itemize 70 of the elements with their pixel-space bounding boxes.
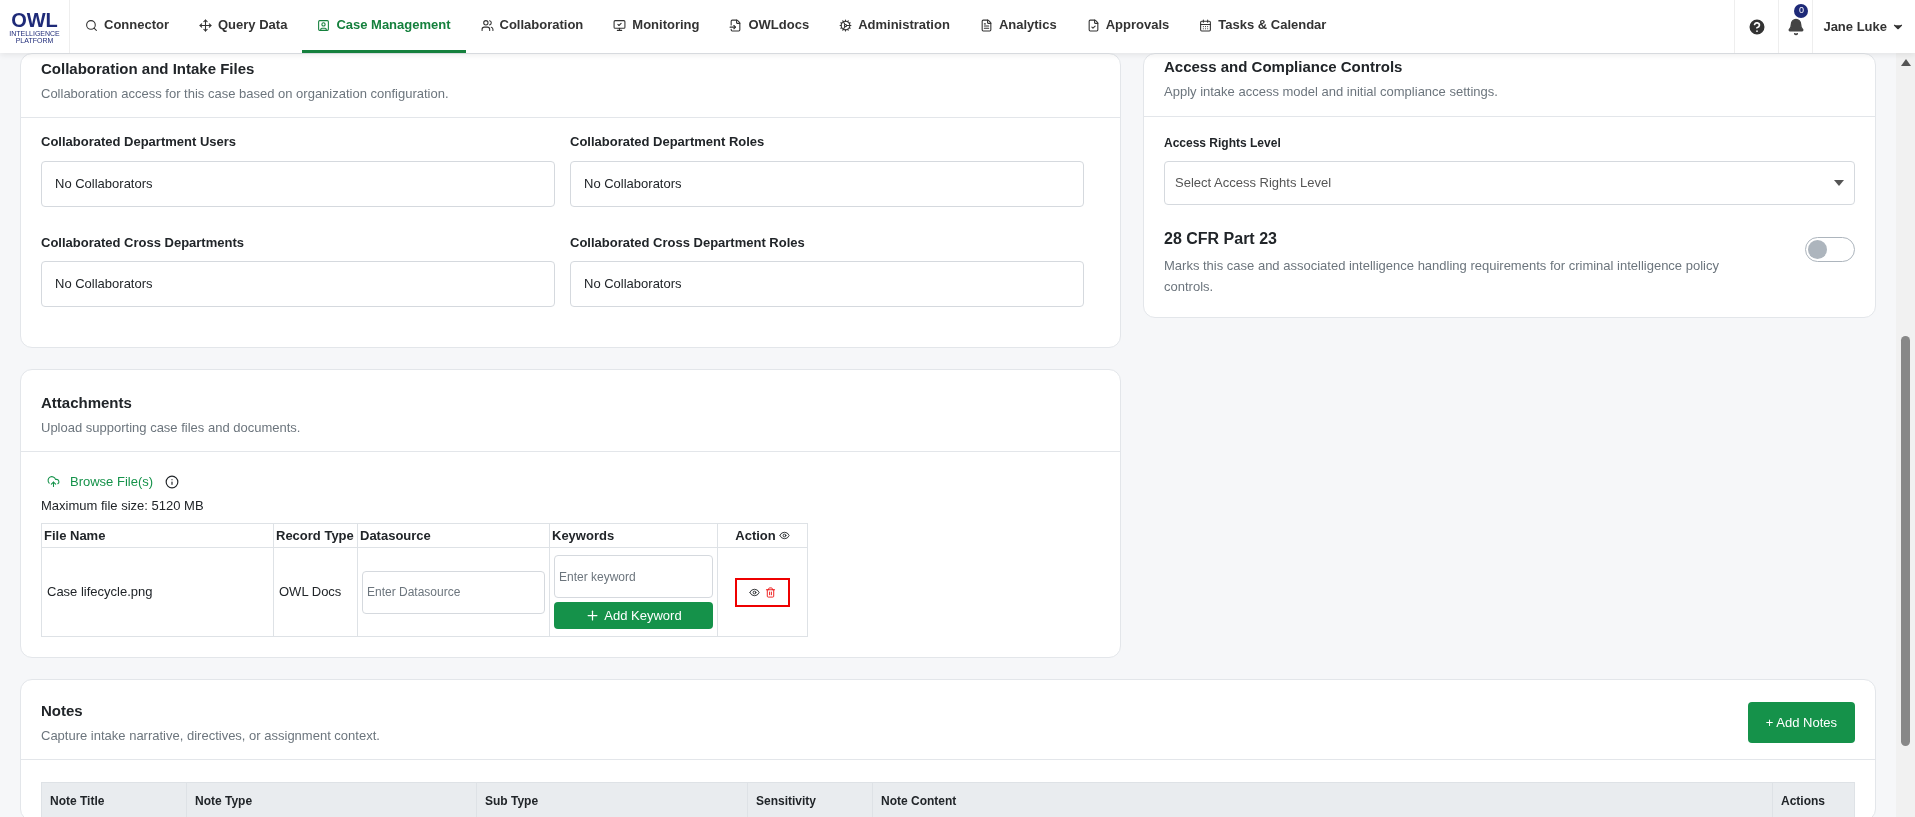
column-header: Actions: [1772, 783, 1854, 817]
file-import-icon: [729, 18, 743, 32]
info-icon[interactable]: [165, 474, 180, 489]
table-cell: Case lifecycle.png: [41, 547, 274, 637]
section-subtitle: Capture intake narrative, directives, or assignment context.: [41, 726, 380, 745]
field-label: Collaborated Department Users: [41, 133, 238, 151]
notification-bell-icon[interactable]: [1786, 17, 1805, 36]
column-header: Note Content: [872, 783, 1772, 817]
column-header: Keywords: [549, 523, 718, 548]
view-icon[interactable]: [749, 586, 760, 598]
column-header: Sensitivity: [747, 783, 872, 817]
add-keyword-button[interactable]: Add Keyword: [554, 602, 713, 629]
nav-tab[interactable]: Query Data: [184, 0, 303, 53]
help-icon[interactable]: [1746, 16, 1767, 37]
dropdown-caret-icon: [1834, 180, 1844, 186]
eye-icon[interactable]: [778, 530, 790, 541]
section-title: Attachments: [41, 393, 133, 413]
field-label: Access Rights Level: [1164, 135, 1282, 152]
column-header: Sub Type: [476, 783, 747, 817]
column-header: Action: [717, 523, 808, 548]
datasource-input[interactable]: Enter Datasource: [362, 570, 545, 614]
nav-tab[interactable]: Collaboration: [465, 0, 599, 53]
collaborators-field[interactable]: No Collaborators: [570, 160, 1084, 207]
setting-description: Marks this case and associated intelligence handling requirements for criminal intelligence policy controls.: [1164, 257, 1720, 296]
section-title: Notes: [41, 701, 84, 721]
calendar-icon: [1199, 18, 1213, 32]
users-icon: [480, 18, 494, 32]
table-cell: OWL Docs: [273, 547, 358, 637]
nav-tab[interactable]: Connector: [70, 0, 184, 53]
column-header: Datasource: [357, 523, 550, 548]
collaborators-field[interactable]: No Collaborators: [41, 160, 555, 207]
checked-document-icon: [1086, 18, 1100, 32]
browse-files-link[interactable]: Browse File(s): [47, 472, 154, 492]
add-notes-button[interactable]: + Add Notes: [1747, 702, 1855, 743]
contact-card-icon: [317, 18, 331, 32]
column-header: Note Type: [186, 783, 476, 817]
collaborators-field[interactable]: No Collaborators: [570, 261, 1084, 307]
section-title: Access and Compliance Controls: [1164, 57, 1404, 77]
collaborators-field[interactable]: No Collaborators: [41, 261, 555, 307]
access-rights-select[interactable]: Select Access Rights Level: [1164, 161, 1855, 205]
section-subtitle: Collaboration access for this case based on organization configuration.: [41, 84, 450, 103]
section-title: Collaboration and Intake Files: [41, 59, 256, 79]
max-file-size-text: Maximum file size: 5120 MB: [41, 496, 205, 515]
nav-tab[interactable]: OWLdocs: [714, 0, 825, 53]
monitor-icon: [613, 18, 627, 32]
plus-icon: [585, 608, 601, 623]
gear-icon: [839, 18, 853, 32]
cloud-upload-icon: [47, 475, 60, 489]
nav-tab[interactable]: Monitoring: [598, 0, 715, 53]
column-header: Note Title: [49, 793, 106, 810]
section-subtitle: Apply intake access model and initial compliance settings.: [1164, 82, 1499, 101]
move-icon: [199, 18, 212, 32]
scroll-up-arrow-icon[interactable]: [1900, 59, 1911, 66]
field-label: Collaborated Department Roles: [570, 133, 766, 151]
search-icon: [85, 18, 98, 32]
field-label: Collaborated Cross Department Roles: [570, 233, 806, 252]
nav-tab[interactable]: Administration: [824, 0, 965, 53]
toggle-switch[interactable]: [1805, 237, 1855, 262]
column-header: Record Type: [273, 523, 358, 548]
nav-tab[interactable]: Tasks & Calendar: [1184, 0, 1342, 53]
notification-badge: 0: [1794, 4, 1809, 18]
nav-tab[interactable]: Approvals: [1071, 0, 1185, 53]
keyword-input[interactable]: Enter keyword: [554, 555, 713, 598]
column-header: File Name: [41, 523, 274, 548]
delete-icon[interactable]: [765, 586, 776, 598]
document-icon: [979, 18, 993, 32]
setting-title: 28 CFR Part 23: [1164, 229, 1278, 249]
nav-tab[interactable]: Analytics: [964, 0, 1072, 53]
section-subtitle: Upload supporting case files and documents.: [41, 418, 302, 437]
field-label: Collaborated Cross Departments: [41, 233, 245, 252]
